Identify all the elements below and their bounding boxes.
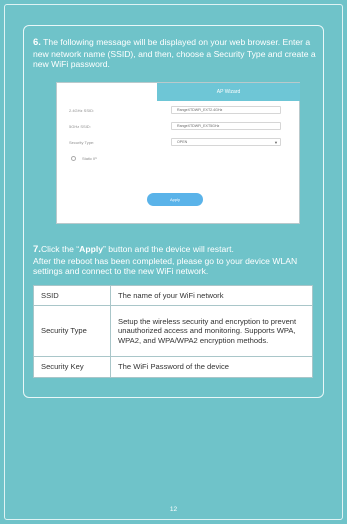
ssid24-label: 2.4GHz SSID: bbox=[69, 108, 95, 113]
step-7: 7.Click the “Apply” button and the devic… bbox=[33, 244, 323, 277]
wizard-title: AP Wizard bbox=[157, 83, 300, 101]
step-7-text-before: Click the “ bbox=[40, 244, 80, 254]
page-number: 12 bbox=[169, 506, 178, 513]
ssid24-value: RangeXTDWFi_EXT2.4GHz bbox=[177, 108, 223, 112]
static-ip-label: Static IP bbox=[82, 156, 97, 161]
table-row: Security Key The WiFi Password of the de… bbox=[33, 356, 313, 378]
table-value: The WiFi Password of the device bbox=[110, 356, 313, 378]
wizard-screenshot: AP Wizard 2.4GHz SSID: RangeXTDWFi_EXT2.… bbox=[56, 82, 300, 224]
security-type-label: Security Type: bbox=[69, 140, 95, 145]
step-7-text-after: ” button and the device will restart. bbox=[103, 244, 234, 254]
table-value: Setup the wireless security and encrypti… bbox=[110, 305, 313, 357]
security-type-value: OPEN bbox=[177, 140, 188, 144]
ssid5-value: RangeXTDWFi_EXT5GHz bbox=[177, 124, 220, 128]
step-6-number: 6. bbox=[33, 37, 41, 48]
table-row: SSID The name of your WiFi network bbox=[33, 285, 313, 306]
step-6: 6. The following message will be display… bbox=[33, 37, 323, 70]
table-key: Security Type bbox=[33, 305, 111, 357]
ssid5-label: 5GHz SSID: bbox=[69, 124, 91, 129]
step-7-apply-word: Apply bbox=[79, 244, 104, 254]
security-type-select[interactable]: OPEN ▼ bbox=[171, 138, 281, 146]
ssid24-field[interactable]: RangeXTDWFi_EXT2.4GHz bbox=[171, 106, 281, 114]
ssid5-field[interactable]: RangeXTDWFi_EXT5GHz bbox=[171, 122, 281, 130]
static-ip-checkbox[interactable] bbox=[71, 156, 76, 161]
table-value: The name of your WiFi network bbox=[110, 285, 313, 306]
step-7-number: 7. bbox=[33, 244, 41, 255]
table-row: Security Type Setup the wireless securit… bbox=[33, 305, 313, 357]
step-7-line-2: After the reboot has been completed, ple… bbox=[33, 255, 298, 277]
table-key: SSID bbox=[33, 285, 111, 306]
dropdown-caret-icon: ▼ bbox=[274, 140, 278, 145]
settings-table: SSID The name of your WiFi network Secur… bbox=[33, 285, 313, 378]
step-6-text: The following message will be displayed … bbox=[33, 37, 316, 69]
apply-button[interactable]: Apply bbox=[147, 193, 203, 206]
table-key: Security Key bbox=[33, 356, 111, 378]
